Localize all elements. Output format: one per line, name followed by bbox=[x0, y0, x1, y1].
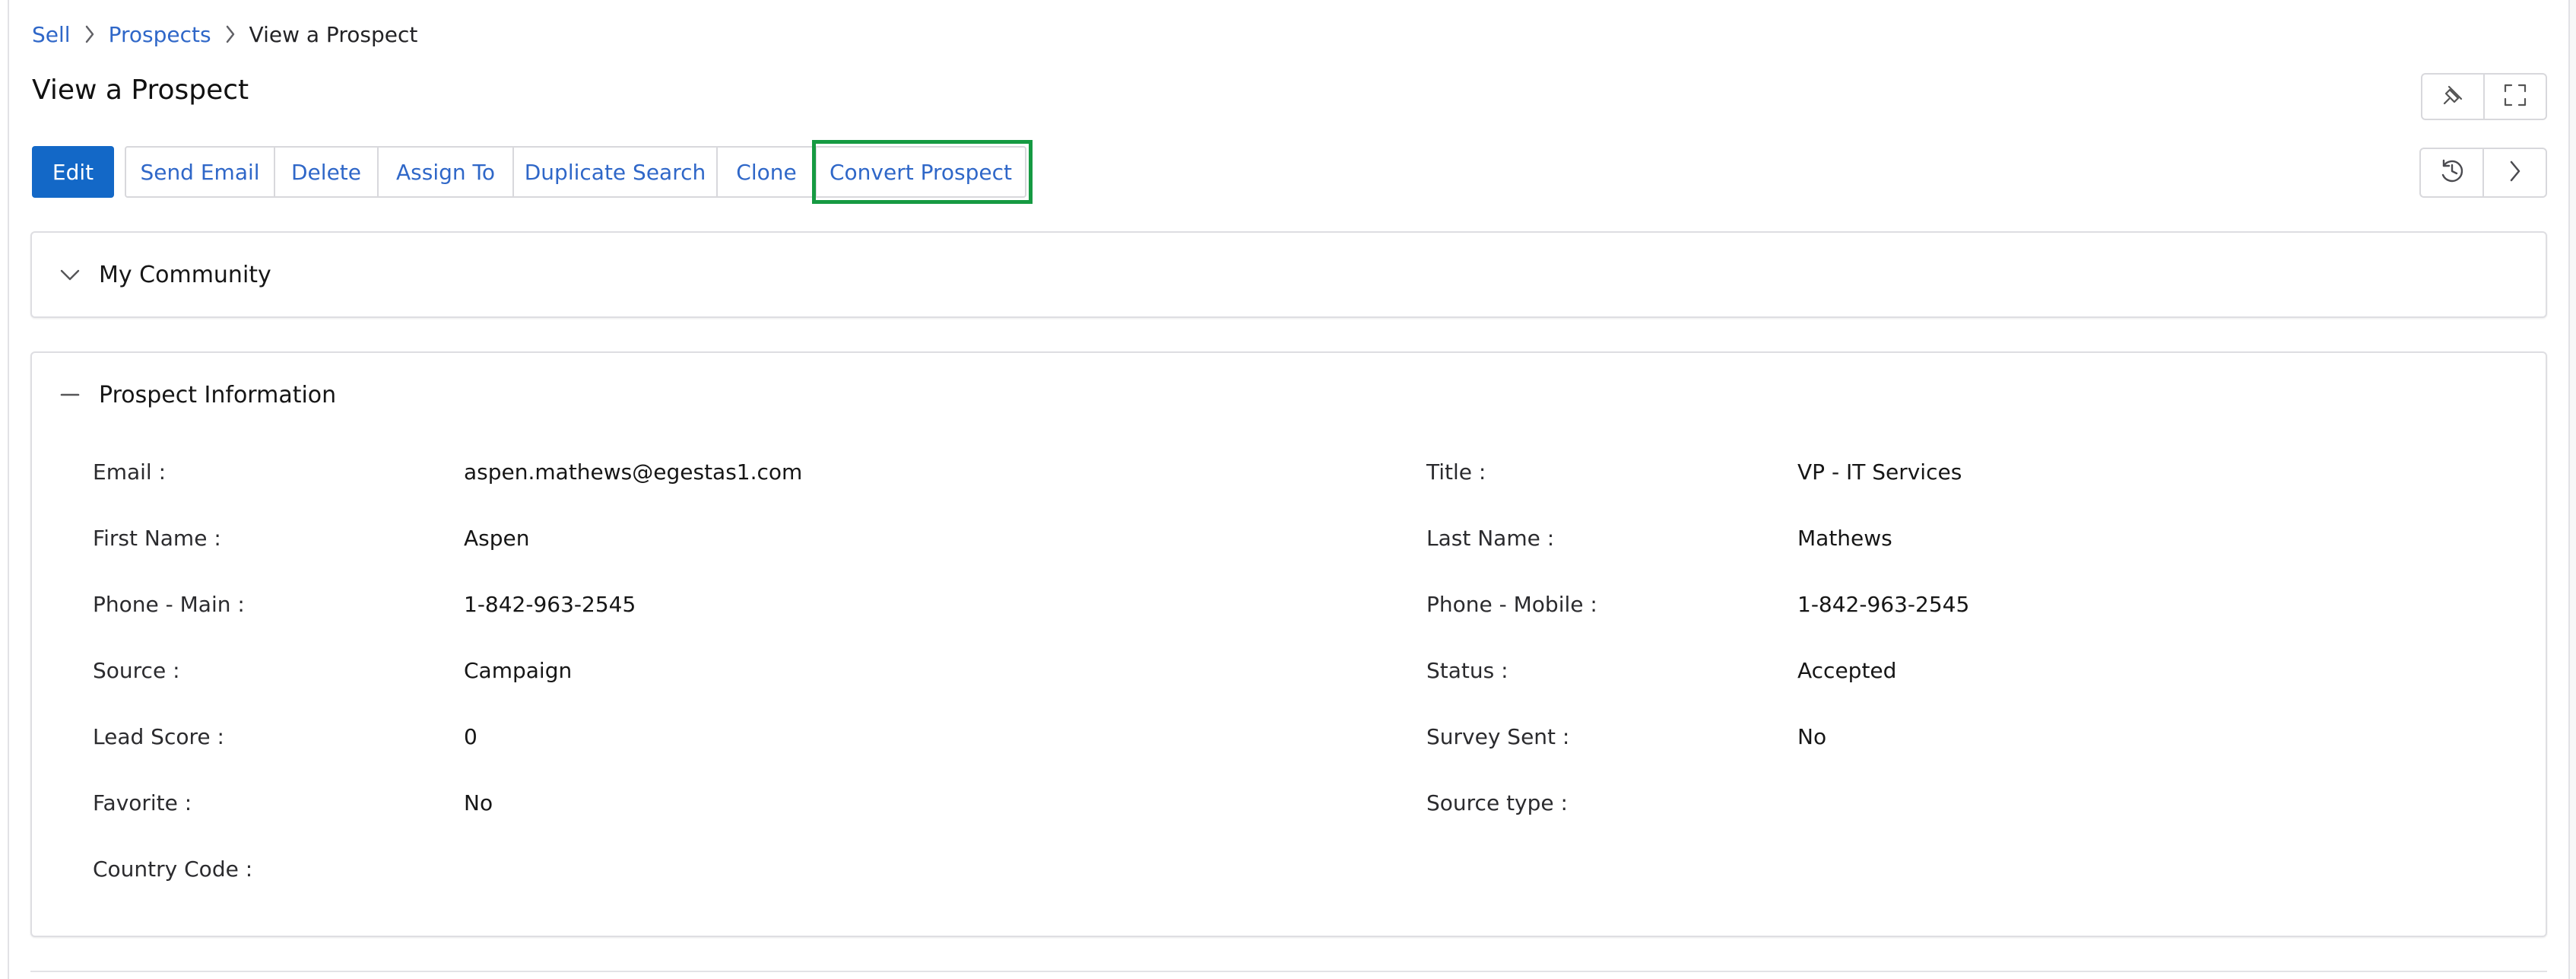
source-label: Source : bbox=[93, 658, 180, 683]
last-name-label: Last Name : bbox=[1426, 526, 1555, 551]
pin-icon bbox=[2440, 82, 2466, 111]
phone-mobile-value: 1-842-963-2545 bbox=[1797, 592, 1970, 617]
first-name-label: First Name : bbox=[93, 526, 221, 551]
duplicate-search-button[interactable]: Duplicate Search bbox=[512, 148, 716, 196]
chevron-right-icon bbox=[2505, 158, 2525, 187]
first-name-value: Aspen bbox=[464, 526, 530, 551]
action-button-group: Send Email Delete Assign To Duplicate Se… bbox=[125, 146, 1026, 198]
favorite-value: No bbox=[464, 790, 493, 815]
status-label: Status : bbox=[1426, 658, 1508, 683]
survey-sent-label: Survey Sent : bbox=[1426, 724, 1570, 749]
breadcrumb-sell-link[interactable]: Sell bbox=[32, 22, 71, 47]
title-label: Title : bbox=[1426, 459, 1486, 485]
last-name-value: Mathews bbox=[1797, 526, 1892, 551]
prospect-view-page: Sell Prospects View a Prospect View a Pr… bbox=[0, 0, 2576, 979]
my-community-section: My Community bbox=[30, 231, 2547, 318]
lead-score-value: 0 bbox=[464, 724, 477, 749]
breadcrumb: Sell Prospects View a Prospect bbox=[32, 18, 417, 50]
expand-icon bbox=[2502, 82, 2528, 111]
email-value: aspen.mathews@egestas1.com bbox=[464, 459, 803, 485]
breadcrumb-current-page: View a Prospect bbox=[249, 21, 418, 47]
chevron-right-icon bbox=[71, 18, 109, 50]
page-utility-buttons bbox=[2421, 73, 2547, 120]
country-code-label: Country Code : bbox=[93, 857, 253, 882]
expand-button[interactable] bbox=[2483, 75, 2546, 119]
my-community-header[interactable]: My Community bbox=[55, 233, 271, 316]
pin-button[interactable] bbox=[2422, 75, 2483, 119]
prospect-information-title: Prospect Information bbox=[99, 381, 337, 408]
lead-score-label: Lead Score : bbox=[93, 724, 224, 749]
minus-icon[interactable] bbox=[55, 380, 85, 410]
survey-sent-value: No bbox=[1797, 724, 1827, 749]
email-label: Email : bbox=[93, 459, 167, 485]
chevron-down-icon[interactable] bbox=[55, 259, 85, 290]
edit-button[interactable]: Edit bbox=[32, 146, 114, 198]
right-divider bbox=[2568, 0, 2576, 979]
status-value: Accepted bbox=[1797, 658, 1897, 683]
record-navigation-buttons bbox=[2419, 148, 2547, 198]
convert-prospect-button[interactable]: Convert Prospect bbox=[815, 148, 1025, 196]
clone-button[interactable]: Clone bbox=[716, 148, 815, 196]
history-button[interactable] bbox=[2421, 149, 2482, 196]
breadcrumb-prospects-link[interactable]: Prospects bbox=[109, 22, 211, 47]
delete-button[interactable]: Delete bbox=[274, 148, 377, 196]
favorite-label: Favorite : bbox=[93, 790, 192, 815]
left-divider bbox=[8, 0, 9, 979]
next-section-top-edge bbox=[30, 971, 2547, 979]
phone-main-value: 1-842-963-2545 bbox=[464, 592, 636, 617]
prospect-information-header[interactable]: Prospect Information bbox=[55, 353, 336, 437]
page-title: View a Prospect bbox=[32, 75, 249, 106]
source-type-label: Source type : bbox=[1426, 790, 1568, 815]
prospect-information-section: Prospect Information Email : aspen.mathe… bbox=[30, 351, 2547, 937]
send-email-button[interactable]: Send Email bbox=[126, 148, 274, 196]
phone-main-label: Phone - Main : bbox=[93, 592, 245, 617]
next-record-button[interactable] bbox=[2482, 149, 2546, 196]
title-value: VP - IT Services bbox=[1797, 459, 1962, 485]
phone-mobile-label: Phone - Mobile : bbox=[1426, 592, 1597, 617]
chevron-right-icon bbox=[211, 18, 249, 50]
source-value: Campaign bbox=[464, 658, 573, 683]
assign-to-button[interactable]: Assign To bbox=[377, 148, 512, 196]
history-icon bbox=[2438, 157, 2467, 189]
my-community-title: My Community bbox=[99, 261, 271, 288]
